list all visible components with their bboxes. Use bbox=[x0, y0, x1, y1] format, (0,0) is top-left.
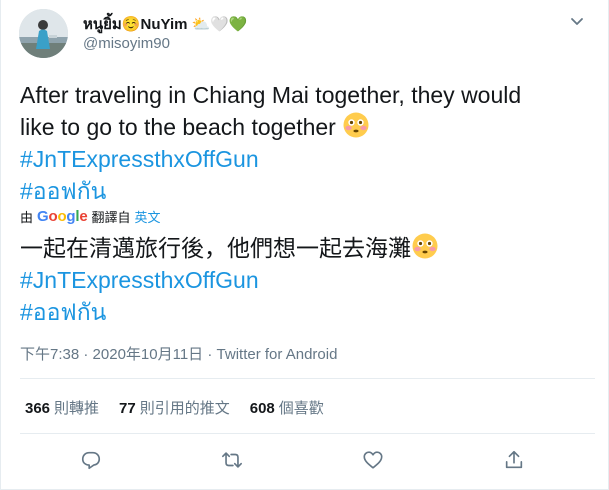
divider bbox=[20, 433, 595, 434]
quotes-stat[interactable]: 77 則引用的推文 bbox=[119, 397, 230, 418]
share-icon bbox=[505, 450, 523, 469]
retweets-stat[interactable]: 366 則轉推 bbox=[25, 397, 99, 418]
hashtag-link[interactable]: #ออฟกัน bbox=[20, 175, 595, 207]
source-language-link[interactable]: 英文 bbox=[135, 207, 161, 226]
user-name-row[interactable]: หนูยิ้ม☺️NuYim ⛅🤍💚 bbox=[83, 12, 247, 36]
tweet-line-text: like to go to the beach together bbox=[20, 114, 336, 140]
tweet-card: หนูยิ้ม☺️NuYim ⛅🤍💚 @misoyim90 After trav… bbox=[0, 0, 609, 490]
flushed-face-emoji bbox=[412, 233, 438, 259]
translation-action: 翻譯自 bbox=[91, 209, 131, 225]
likes-stat[interactable]: 608 個喜歡 bbox=[250, 397, 324, 418]
meta-separator: · bbox=[79, 346, 93, 363]
divider bbox=[20, 378, 595, 379]
tweet-time[interactable]: 下午7:38 bbox=[20, 346, 79, 363]
reply-icon bbox=[81, 451, 101, 470]
avatar[interactable] bbox=[19, 9, 68, 58]
share-button[interactable] bbox=[501, 447, 527, 473]
chevron-down-icon[interactable] bbox=[567, 11, 587, 31]
tweet-client[interactable]: Twitter for Android bbox=[217, 346, 338, 363]
translation-attribution: 由 Google 翻譯自 英文 bbox=[20, 207, 161, 225]
translation-prefix: 由 bbox=[20, 209, 34, 225]
meta-separator: · bbox=[203, 346, 217, 363]
tweet-actions bbox=[1, 447, 609, 473]
tweet-line: like to go to the beach together bbox=[20, 111, 595, 143]
quotes-label: 則引用的推文 bbox=[139, 400, 230, 417]
reply-button[interactable] bbox=[78, 447, 104, 473]
likes-label: 個喜歡 bbox=[278, 400, 324, 417]
tweet-metadata: 下午7:38 · 2020年10月11日 · Twitter for Andro… bbox=[20, 343, 337, 364]
name-emojis: ⛅🤍💚 bbox=[191, 15, 248, 33]
user-handle[interactable]: @misoyim90 bbox=[83, 35, 170, 52]
like-icon bbox=[363, 451, 383, 469]
flushed-face-emoji bbox=[343, 112, 369, 138]
retweet-icon bbox=[222, 452, 242, 468]
hashtag-link[interactable]: #ออฟกัน bbox=[20, 296, 595, 328]
tweet-line: After traveling in Chiang Mai together, … bbox=[20, 82, 522, 108]
likes-count: 608 bbox=[249, 400, 275, 417]
tweet-stats: 366 則轉推 77 則引用的推文 608 個喜歡 bbox=[25, 397, 324, 418]
translated-text: 一起在清邁旅行後，他們想一起去海灘 #JnTExpressthxOffGun #… bbox=[20, 232, 595, 328]
hashtag-link[interactable]: #JnTExpressthxOffGun bbox=[20, 143, 595, 175]
tweet-text: After traveling in Chiang Mai together, … bbox=[20, 79, 595, 207]
hashtag-link[interactable]: #JnTExpressthxOffGun bbox=[20, 264, 595, 296]
google-logo: Google bbox=[37, 207, 88, 225]
retweets-label: 則轉推 bbox=[54, 400, 100, 417]
translated-line: 一起在清邁旅行後，他們想一起去海灘 bbox=[20, 232, 595, 264]
quotes-count: 77 bbox=[119, 400, 136, 417]
like-button[interactable] bbox=[360, 447, 386, 473]
translated-line-text: 一起在清邁旅行後，他們想一起去海灘 bbox=[20, 235, 411, 261]
display-name[interactable]: หนูยิ้ม☺️NuYim bbox=[83, 12, 187, 36]
tweet-date[interactable]: 2020年10月11日 bbox=[93, 346, 204, 363]
retweets-count: 366 bbox=[25, 400, 51, 417]
retweet-button[interactable] bbox=[219, 447, 245, 473]
